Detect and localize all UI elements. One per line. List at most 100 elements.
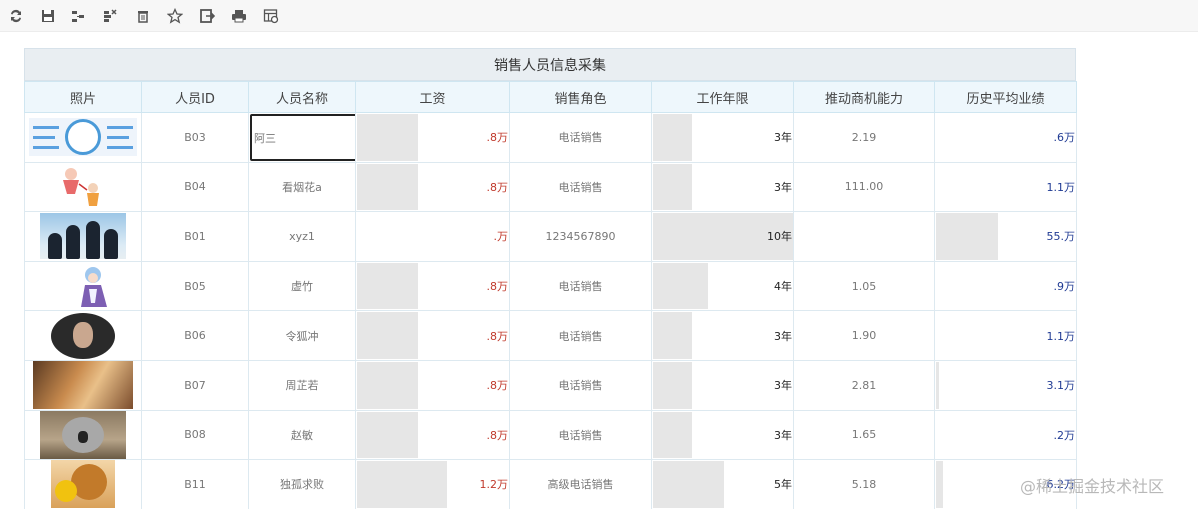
id-cell[interactable]: B08 <box>141 409 249 461</box>
performance-value: .2万 <box>1053 428 1076 442</box>
salary-cell[interactable]: .8万 <box>355 310 510 361</box>
name-cell[interactable]: xyz1 <box>248 211 356 262</box>
delete-icon[interactable] <box>133 6 153 26</box>
photo-cell[interactable] <box>24 112 142 163</box>
salary-cell[interactable]: .8万 <box>355 161 510 213</box>
performance-cell[interactable]: 3.1万 <box>934 359 1077 411</box>
performance-cell[interactable]: 1.1万 <box>934 310 1077 361</box>
salary-cell[interactable]: 1.2万 <box>355 459 510 509</box>
dog-image <box>51 460 115 509</box>
years-cell[interactable]: 3年 <box>651 409 794 461</box>
id-cell[interactable]: B04 <box>141 161 249 213</box>
table-row[interactable]: B06 令狐冲 .8万 电话销售 3年 1.90 1.1万 <box>24 310 1077 361</box>
ability-cell[interactable]: 1.05 <box>793 260 935 312</box>
id-cell[interactable]: B01 <box>141 211 249 262</box>
id-cell[interactable]: B06 <box>141 310 249 361</box>
art-image <box>33 361 133 410</box>
salary-cell[interactable]: .8万 <box>355 112 510 163</box>
name-cell[interactable]: 看烟花a <box>248 161 356 213</box>
performance-bar <box>936 213 999 260</box>
years-value: 3年 <box>774 131 792 145</box>
years-value: 3年 <box>774 329 792 343</box>
id-cell[interactable]: B05 <box>141 260 249 312</box>
role-cell[interactable]: 电话销售 <box>509 409 652 461</box>
header-row: 照片 人员ID 人员名称 工资 销售角色 工作年限 推动商机能力 历史平均业绩 <box>24 81 1077 113</box>
id-cell[interactable]: B11 <box>141 459 249 509</box>
anime-image <box>53 263 113 309</box>
toolbar <box>0 0 1198 32</box>
id-cell[interactable]: B07 <box>141 359 249 411</box>
name-cell[interactable]: 赵敏 <box>248 409 356 461</box>
col-header-performance: 历史平均业绩 <box>934 81 1077 113</box>
salary-cell[interactable]: .8万 <box>355 409 510 461</box>
settings-table-icon[interactable] <box>261 6 281 26</box>
role-cell[interactable]: 电话销售 <box>509 161 652 213</box>
years-cell[interactable]: 10年 <box>651 211 794 262</box>
years-cell[interactable]: 3年 <box>651 112 794 163</box>
refresh-icon[interactable] <box>6 6 26 26</box>
save-icon[interactable] <box>38 6 58 26</box>
table-row[interactable]: B01 xyz1 .万 1234567890 10年 55.万 <box>24 211 1077 262</box>
ability-cell[interactable] <box>793 211 935 262</box>
indent-icon[interactable] <box>68 6 88 26</box>
ability-cell[interactable]: 5.18 <box>793 459 935 509</box>
name-edit-input[interactable]: 阿三 <box>250 114 355 161</box>
role-cell[interactable]: 电话销售 <box>509 359 652 411</box>
outdent-icon[interactable] <box>100 6 120 26</box>
photo-cell[interactable] <box>24 260 142 312</box>
salary-cell[interactable]: .8万 <box>355 359 510 411</box>
salary-bar <box>357 262 419 310</box>
id-cell[interactable]: B03 <box>141 112 249 163</box>
role-cell[interactable]: 高级电话销售 <box>509 459 652 509</box>
years-cell[interactable]: 4年 <box>651 260 794 312</box>
print-icon[interactable] <box>229 6 249 26</box>
koala-image <box>40 411 126 459</box>
name-cell[interactable]: 虚竹 <box>248 260 356 312</box>
photo-cell[interactable] <box>24 211 142 262</box>
table-row[interactable]: B03 阿三 .8万 电话销售 3年 2.19 .6万 <box>24 112 1077 163</box>
col-header-name: 人员名称 <box>248 81 356 113</box>
years-cell[interactable]: 3年 <box>651 359 794 411</box>
ability-cell[interactable]: 111.00 <box>793 161 935 213</box>
table-row[interactable]: B05 虚竹 .8万 电话销售 4年 1.05 .9万 <box>24 260 1077 312</box>
ability-cell[interactable]: 1.65 <box>793 409 935 461</box>
years-cell[interactable]: 3年 <box>651 310 794 361</box>
role-cell[interactable]: 1234567890 <box>509 211 652 262</box>
salary-value: .8万 <box>486 379 509 393</box>
performance-cell[interactable]: .9万 <box>934 260 1077 312</box>
years-cell[interactable]: 5年 <box>651 459 794 509</box>
flowchart-image <box>29 118 137 157</box>
performance-cell[interactable]: .2万 <box>934 409 1077 461</box>
photo-cell[interactable] <box>24 459 142 509</box>
role-cell[interactable]: 电话销售 <box>509 260 652 312</box>
photo-cell[interactable] <box>24 161 142 213</box>
name-cell[interactable]: 独孤求败 <box>248 459 356 509</box>
export-icon[interactable] <box>197 6 217 26</box>
ability-cell[interactable]: 1.90 <box>793 310 935 361</box>
star-icon[interactable] <box>165 6 185 26</box>
name-cell[interactable]: 阿三 <box>248 112 356 163</box>
photo-cell[interactable] <box>24 310 142 361</box>
performance-cell[interactable]: 1.1万 <box>934 161 1077 213</box>
table-row[interactable]: B08 赵敏 .8万 电话销售 3年 1.65 .2万 <box>24 409 1077 461</box>
salary-cell[interactable]: .万 <box>355 211 510 262</box>
ability-cell[interactable]: 2.19 <box>793 112 935 163</box>
ability-cell[interactable]: 2.81 <box>793 359 935 411</box>
salary-cell[interactable]: .8万 <box>355 260 510 312</box>
table-row[interactable]: B07 周芷若 .8万 电话销售 3年 2.81 3.1万 <box>24 359 1077 411</box>
watermark: @稀土掘金技术社区 <box>1020 477 1165 496</box>
role-cell[interactable]: 电话销售 <box>509 112 652 163</box>
name-cell[interactable]: 令狐冲 <box>248 310 356 361</box>
performance-cell[interactable]: 55.万 <box>934 211 1077 262</box>
name-cell[interactable]: 周芷若 <box>248 359 356 411</box>
photo-cell[interactable] <box>24 409 142 461</box>
photo-cell[interactable] <box>24 359 142 411</box>
table-row[interactable]: B11 独孤求败 1.2万 高级电话销售 5年 5.18 6.2万 <box>24 459 1077 509</box>
performance-value: 55.万 <box>1046 230 1076 244</box>
performance-value: .6万 <box>1053 131 1076 145</box>
role-cell[interactable]: 电话销售 <box>509 310 652 361</box>
years-cell[interactable]: 3年 <box>651 161 794 213</box>
table-row[interactable]: B04 看烟花a .8万 电话销售 3年 111.00 1.1万 <box>24 161 1077 213</box>
salary-value: .万 <box>493 230 509 244</box>
performance-cell[interactable]: .6万 <box>934 112 1077 163</box>
